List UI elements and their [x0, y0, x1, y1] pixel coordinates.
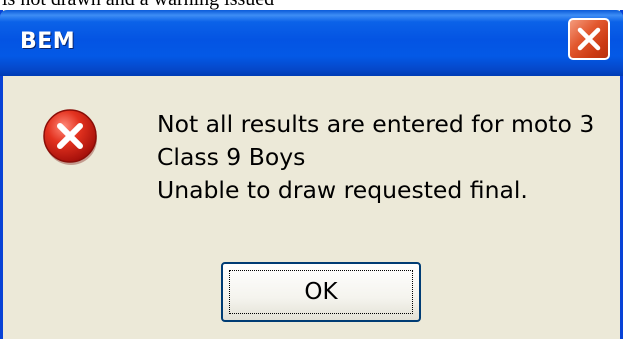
- title-bar[interactable]: BEM: [0, 10, 623, 76]
- close-icon: [577, 27, 601, 51]
- error-message: Not all results are entered for moto 3 C…: [157, 108, 617, 207]
- message-line-3: Unable to draw requested final.: [157, 176, 528, 204]
- message-line-1: Not all results are entered for moto 3: [157, 110, 595, 138]
- dialog-title: BEM: [20, 29, 76, 54]
- ok-button-label: OK: [229, 270, 413, 314]
- message-line-2: Class 9 Boys: [157, 143, 306, 171]
- close-button[interactable]: [568, 18, 610, 60]
- error-icon: [42, 108, 100, 166]
- ok-button[interactable]: OK: [221, 262, 421, 322]
- error-dialog: BEM Not all results are entered for moto…: [0, 10, 623, 339]
